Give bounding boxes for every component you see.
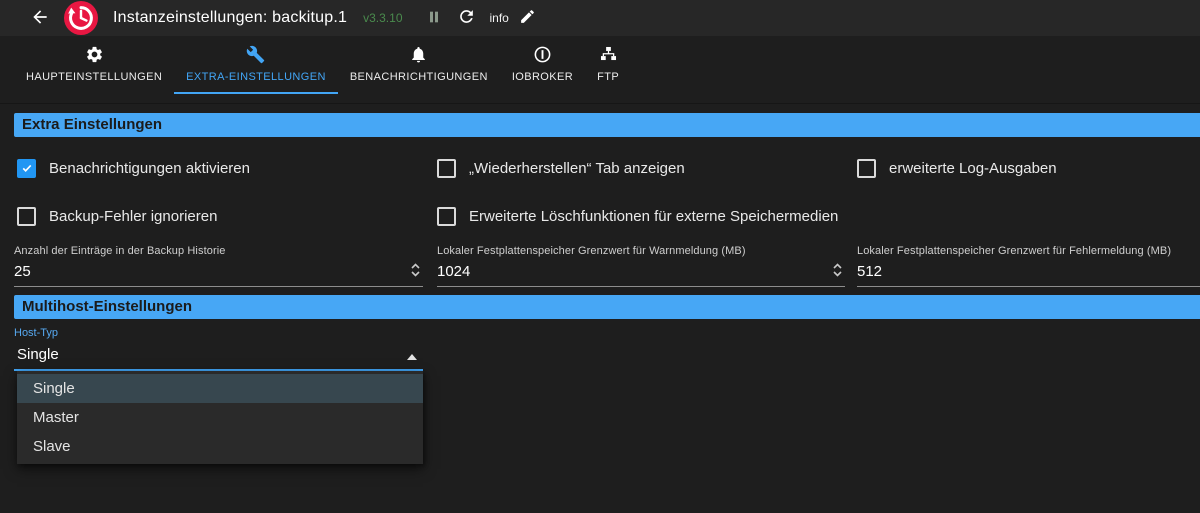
- checkbox-box[interactable]: [857, 159, 876, 178]
- field-label: Lokaler Festplattenspeicher Grenzwert fü…: [437, 245, 845, 257]
- field-backup-historie-anzahl: Anzahl der Einträge in der Backup Histor…: [14, 245, 423, 287]
- tab-iobroker[interactable]: IOBROKER: [500, 36, 585, 92]
- page-title: Instanzeinstellungen: backitup.1: [113, 9, 347, 27]
- tab-label: HAUPTEINSTELLUNGEN: [26, 71, 162, 83]
- tab-haupteinstellungen[interactable]: HAUPTEINSTELLUNGEN: [14, 36, 174, 92]
- section-title: Multihost-Einstellungen: [22, 298, 192, 315]
- section-header-multihost: Multihost-Einstellungen: [14, 295, 1200, 319]
- tab-extra-einstellungen[interactable]: EXTRA-EINSTELLUNGEN: [174, 36, 338, 94]
- adapter-version: v3.3.10: [363, 11, 402, 25]
- sitemap-icon: [599, 45, 618, 64]
- tab-label: BENACHRICHTIGUNGEN: [350, 71, 488, 83]
- checkbox-erweiterte-log-ausgaben[interactable]: erweiterte Log-Ausgaben: [857, 158, 1057, 178]
- bell-icon: [409, 45, 428, 64]
- grenzwert-fehlermeldung-input[interactable]: [857, 261, 1200, 286]
- checkmark-icon: [21, 162, 33, 174]
- grenzwert-warnmeldung-input[interactable]: [437, 261, 845, 286]
- backitup-adapter-icon: [63, 0, 99, 36]
- backup-historie-input[interactable]: [14, 261, 423, 286]
- checkbox-label: erweiterte Log-Ausgaben: [889, 160, 1057, 177]
- host-typ-select[interactable]: Host-Typ Single: [14, 327, 423, 371]
- info-label[interactable]: info: [490, 11, 509, 25]
- field-grenzwert-warnmeldung: Lokaler Festplattenspeicher Grenzwert fü…: [437, 245, 845, 287]
- tab-ftp[interactable]: FTP: [585, 36, 631, 92]
- chevron-up-icon: [407, 354, 417, 360]
- section-header-extra: Extra Einstellungen: [14, 113, 1200, 137]
- edit-button[interactable]: [519, 9, 537, 27]
- select-value[interactable]: Single: [14, 344, 423, 369]
- back-button[interactable]: [28, 6, 52, 30]
- field-label: Lokaler Festplattenspeicher Grenzwert fü…: [857, 245, 1200, 257]
- app-header: Instanzeinstellungen: backitup.1 v3.3.10…: [0, 0, 1200, 36]
- menu-option-single[interactable]: Single: [17, 374, 423, 403]
- checkbox-benachrichtigungen-aktivieren[interactable]: Benachrichtigungen aktivieren: [17, 158, 250, 178]
- menu-option-slave[interactable]: Slave: [17, 432, 423, 461]
- checkbox-box[interactable]: [437, 207, 456, 226]
- refresh-icon: [457, 7, 476, 29]
- checkbox-label: Benachrichtigungen aktivieren: [49, 160, 250, 177]
- refresh-button[interactable]: [457, 8, 477, 28]
- checkbox-label: Backup-Fehler ignorieren: [49, 208, 217, 225]
- info-circle-icon: [533, 45, 552, 64]
- instance-settings-window: Instanzeinstellungen: backitup.1 v3.3.10…: [0, 0, 1200, 513]
- field-grenzwert-fehlermeldung: Lokaler Festplattenspeicher Grenzwert fü…: [857, 245, 1200, 287]
- checkbox-backup-fehler-ignorieren[interactable]: Backup-Fehler ignorieren: [17, 206, 217, 226]
- section-title: Extra Einstellungen: [22, 116, 162, 133]
- tab-label: IOBROKER: [512, 71, 573, 83]
- checkbox-box[interactable]: [437, 159, 456, 178]
- pause-button[interactable]: [425, 9, 443, 27]
- checkbox-label: Erweiterte Löschfunktionen für externe S…: [469, 208, 838, 225]
- wrench-icon: [246, 45, 265, 64]
- checkbox-label: „Wiederherstellen“ Tab anzeigen: [469, 160, 685, 177]
- number-stepper-icons[interactable]: [832, 261, 843, 279]
- gear-icon: [85, 45, 104, 64]
- select-label: Host-Typ: [14, 327, 423, 339]
- tab-label: FTP: [597, 71, 619, 83]
- menu-option-master[interactable]: Master: [17, 403, 423, 432]
- arrow-back-icon: [30, 7, 50, 30]
- tab-label: EXTRA-EINSTELLUNGEN: [186, 71, 326, 83]
- number-stepper-icons[interactable]: [410, 261, 421, 279]
- settings-tab-bar: HAUPTEINSTELLUNGEN EXTRA-EINSTELLUNGEN B…: [0, 36, 1200, 104]
- pencil-icon: [519, 8, 536, 28]
- checkbox-box[interactable]: [17, 159, 36, 178]
- pause-icon: [426, 9, 442, 28]
- checkbox-box[interactable]: [17, 207, 36, 226]
- field-label: Anzahl der Einträge in der Backup Histor…: [14, 245, 423, 257]
- host-typ-dropdown-menu: Single Master Slave: [17, 371, 423, 464]
- checkbox-wiederherstellen-tab[interactable]: „Wiederherstellen“ Tab anzeigen: [437, 158, 685, 178]
- tab-benachrichtigungen[interactable]: BENACHRICHTIGUNGEN: [338, 36, 500, 92]
- checkbox-erweiterte-loeschfunktionen[interactable]: Erweiterte Löschfunktionen für externe S…: [437, 206, 838, 226]
